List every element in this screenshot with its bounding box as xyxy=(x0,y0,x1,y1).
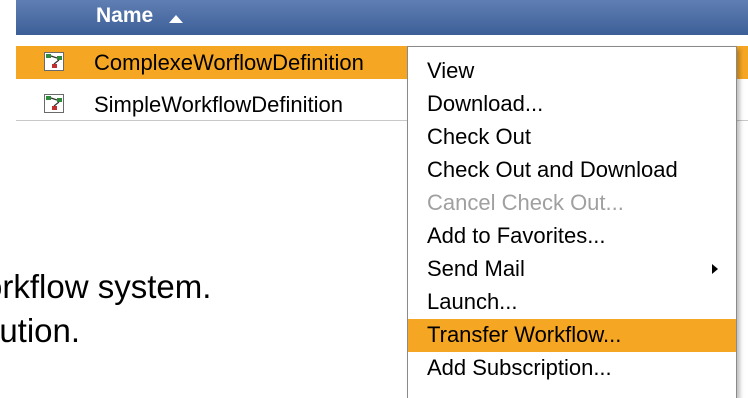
menu-item-view[interactable]: View xyxy=(408,55,736,88)
menu-item-label: Transfer Workflow... xyxy=(427,322,622,347)
menu-item-check-out[interactable]: Check Out xyxy=(408,121,736,154)
menu-item-label: Check Out xyxy=(427,124,531,149)
menu-item-label: Cancel Check Out... xyxy=(427,190,624,215)
menu-item-download[interactable]: Download... xyxy=(408,88,736,121)
menu-item-label: Check Out and Download xyxy=(427,157,678,182)
menu-item-label: Download... xyxy=(427,91,544,116)
menu-item-check-out-and-download[interactable]: Check Out and Download xyxy=(408,154,736,187)
menu-item-launch[interactable]: Launch... xyxy=(408,286,736,319)
menu-item-transfer-workflow[interactable]: Transfer Workflow... xyxy=(408,319,736,352)
workflow-definition-icon xyxy=(44,94,64,113)
name-column-header[interactable]: Name xyxy=(96,4,153,28)
list-header: Name xyxy=(16,0,748,35)
workflow-definition-icon xyxy=(44,52,64,71)
submenu-arrow-icon xyxy=(712,264,718,274)
background-text-line: orkflow system. xyxy=(0,268,212,305)
list-row-label[interactable]: ComplexeWorflowDefinition xyxy=(94,50,364,76)
menu-item-send-mail[interactable]: Send Mail xyxy=(408,253,736,286)
list-row-label[interactable]: SimpleWorkflowDefinition xyxy=(94,92,343,118)
menu-item-label: Add Subscription... xyxy=(427,355,612,380)
context-menu: View Download... Check Out Check Out and… xyxy=(407,46,737,398)
menu-item-add-subscription[interactable]: Add Subscription... xyxy=(408,352,736,385)
sort-ascending-icon[interactable] xyxy=(169,15,183,23)
menu-item-add-to-favorites[interactable]: Add to Favorites... xyxy=(408,220,736,253)
menu-item-cancel-check-out: Cancel Check Out... xyxy=(408,187,736,220)
menu-item-label: Add to Favorites... xyxy=(427,223,606,248)
menu-item-label: View xyxy=(427,58,475,83)
menu-item-label: Send Mail xyxy=(427,256,525,281)
menu-item-label: Launch... xyxy=(427,289,518,314)
background-text-line: lution. xyxy=(0,312,81,349)
